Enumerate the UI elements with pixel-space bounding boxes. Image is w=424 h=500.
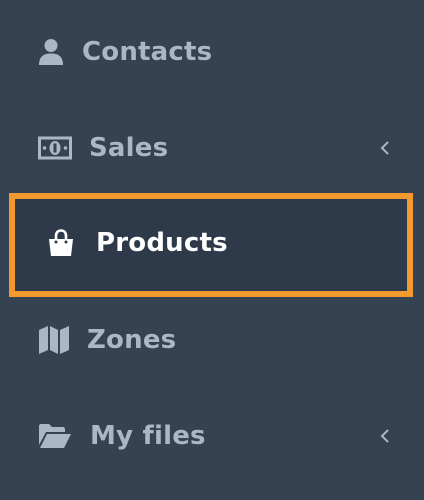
sidebar-item-contacts[interactable]: Contacts xyxy=(0,22,424,82)
sidebar-item-zones[interactable]: Zones xyxy=(0,310,424,370)
chevron-left-icon xyxy=(380,428,390,444)
money-icon xyxy=(38,136,72,160)
sidebar-item-label: Products xyxy=(96,228,228,258)
user-icon xyxy=(38,38,64,66)
chevron-left-icon xyxy=(380,140,390,156)
sidebar-item-my-files[interactable]: My files xyxy=(0,406,424,466)
sidebar-item-label: Contacts xyxy=(82,37,213,67)
shopping-bag-icon xyxy=(47,229,75,257)
sidebar-nav: Contacts Sales Products Zones My files xyxy=(0,0,424,500)
map-icon xyxy=(38,325,70,355)
sidebar-item-products[interactable]: Products xyxy=(0,213,424,273)
sidebar-item-label: Sales xyxy=(89,133,169,163)
sidebar-item-sales[interactable]: Sales xyxy=(0,118,424,178)
sidebar-item-label: Zones xyxy=(87,325,177,355)
sidebar-item-label: My files xyxy=(90,421,206,451)
folder-open-icon xyxy=(38,423,72,449)
